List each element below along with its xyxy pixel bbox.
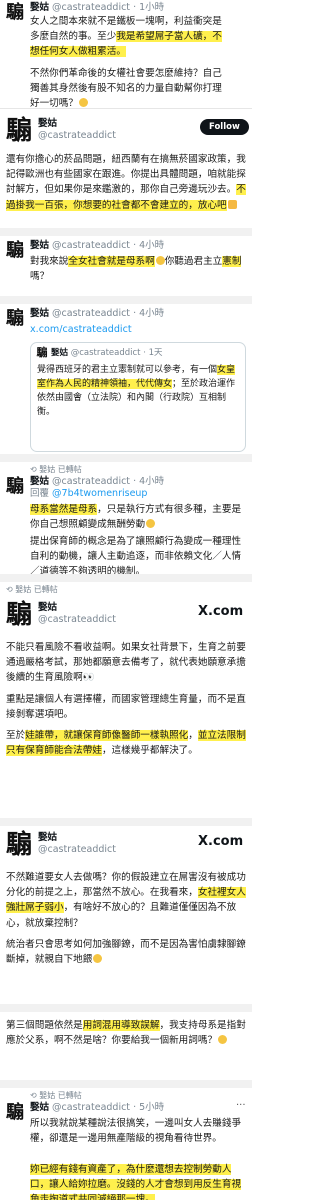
laughing-emoji-icon [93, 954, 103, 964]
retweet-icon: ⟲ [30, 465, 40, 474]
retweet-icon: ⟲ [6, 585, 16, 594]
tweet-text: 第三個問題依然是用詞混用導致誤解，我支持母系是指對應於父系，啊不然是啥？你要給我… [6, 1020, 246, 1047]
gray-separator [0, 296, 252, 304]
gray-separator [0, 454, 252, 462]
author-name[interactable]: 嫛姑 [38, 118, 116, 130]
avatar[interactable]: 騸 [4, 2, 26, 24]
follow-button[interactable]: Follow [200, 119, 249, 135]
tweet-2: 騸 嫛姑 @castrateaddict Follow 還有你擔心的菸品問題，紐… [0, 110, 252, 228]
eyes-emoji-icon: 👀 [82, 672, 95, 684]
gray-separator [0, 228, 252, 236]
avatar[interactable]: 騸 [4, 600, 34, 630]
gray-separator [0, 1004, 252, 1012]
gray-separator [0, 1080, 252, 1088]
thinking-emoji-icon [78, 98, 88, 108]
retweet-icon: ⟲ [30, 1091, 40, 1100]
avatar[interactable]: 騸 [4, 1102, 26, 1124]
tweet-7: 騸 嫛姑 @castrateaddict X.com 不然難道要女人去做嗎？你的… [0, 826, 252, 1004]
tweet-text: 還有你擔心的菸品問題，紐西蘭有在搞無菸國家政策，我記得歐洲也有些國家在跟進。你提… [6, 154, 246, 211]
author-handle[interactable]: @castrateaddict [52, 308, 130, 319]
x-logo-icon: X.com [198, 604, 244, 619]
reply-mention[interactable]: @7b4twomenriseup [52, 488, 147, 499]
thumbs-up-emoji-icon [227, 199, 237, 209]
author-name[interactable]: 嫛姑 [30, 476, 49, 487]
timestamp[interactable]: 4小時 [139, 476, 164, 487]
avatar[interactable]: 騸 [4, 240, 26, 262]
timestamp[interactable]: 小時 [145, 2, 164, 13]
thinking-emoji-icon [155, 256, 165, 265]
tweet-text-2: 妳已經有錢有資產了，為什麼還想去控制勞動人口，讓人給妳拉磨。沒錢的人才會想到用反… [30, 1162, 246, 1200]
tweet-text: 不然難道要女人去做嗎？你的假設建立在屌害沒有被成功分化的前提之上，那當然不放心。… [6, 872, 246, 966]
thinking-emoji-icon [218, 1035, 228, 1045]
author-name[interactable]: 嫛姑 [38, 602, 116, 614]
timestamp[interactable]: 5小時 [139, 1102, 164, 1113]
tweet-3: 騸 嫛姑 @castrateaddict · 4小時 對我來說全女社會就是母系啊… [0, 236, 252, 296]
avatar[interactable]: 騸 [4, 308, 26, 330]
more-options-icon[interactable]: ··· [236, 1100, 246, 1111]
tweet-5: ⟲ 嫛姑 已轉帖 騸 嫛姑 @castrateaddict · 4小時 回覆 @… [0, 462, 252, 574]
author-name[interactable]: 嫛姑 [30, 2, 49, 13]
retweet-label[interactable]: 嫛姑 已轉帖 [39, 465, 82, 474]
author-name[interactable]: 嫛姑 [30, 308, 49, 319]
avatar[interactable]: 騸 [4, 116, 34, 146]
quote-timestamp: 1天 [148, 348, 163, 358]
gray-separator [0, 818, 252, 826]
tweet-6: ⟲ 嫛姑 已轉帖 騸 嫛姑 @castrateaddict X.com 不能只看… [0, 582, 252, 818]
author-handle[interactable]: @castrateaddict [52, 1102, 130, 1113]
tweet-4: 騸 嫛姑 @castrateaddict · 4小時 x.com/castrat… [0, 304, 252, 454]
tweet-8: 第三個問題依然是用詞混用導致誤解，我支持母系是指對應於父系，啊不然是啥？你要給我… [0, 1012, 252, 1080]
x-logo-icon: X.com [198, 834, 244, 849]
post-1: 騸 嫛姑 @castrateaddict · 1小時 女人之間本來就不是鐵板一塊… [0, 0, 252, 108]
quote-text: 覺得西班牙的君主立憲制就可以參考，有一個女皇室作為人民的精神領袖，代代傳女；至於… [37, 365, 236, 417]
divider [0, 108, 252, 109]
gray-separator [0, 574, 252, 582]
thinking-emoji-icon [146, 519, 156, 529]
retweet-label[interactable]: 嫛姑 已轉帖 [39, 1091, 82, 1100]
tweet-text: 不能只看風險不看收益啊。如果女社背景下，生育之前要通過嚴格考試，那她都願意去備考… [6, 642, 246, 757]
author-name[interactable]: 嫛姑 [30, 1102, 49, 1113]
author-handle[interactable]: @castrateaddict [38, 844, 116, 856]
quote-author-name: 嫛姑 [51, 348, 69, 358]
retweet-label[interactable]: 嫛姑 已轉帖 [15, 585, 58, 594]
author-handle[interactable]: @castrateaddict [38, 130, 116, 142]
tweet-text-2: 提出保育師的概念是為了讓照顧行為變成一種理性自利的動機，讓人主動追逐，而非依賴文… [30, 536, 242, 574]
avatar[interactable]: 騸 [4, 476, 26, 498]
tweet-link[interactable]: x.com/castrateaddict [30, 322, 246, 337]
quote-author-handle: @castrateaddict [70, 348, 141, 358]
author-handle[interactable]: @castrateaddict [52, 240, 130, 251]
avatar: 騸 [36, 346, 48, 359]
tweet-text: 對我來說全女社會就是母系啊 你聽過君主立憲制嗎？ [30, 256, 242, 283]
author-name[interactable]: 嫛姑 [30, 240, 49, 251]
avatar[interactable]: 騸 [4, 830, 34, 860]
post-text: 女人之間本來就不是鐵板一塊啊，利益衝突是 多麼自然的事。至少我是希望屌子當人礦，… [30, 16, 222, 108]
quoted-tweet[interactable]: 騸 嫛姑 @castrateaddict · 1天 覺得西班牙的君主立憲制就可以… [30, 342, 246, 452]
timestamp[interactable]: 4小時 [139, 308, 164, 319]
author-handle[interactable]: @castrateaddict [38, 614, 116, 626]
tweet-text: 所以我就說某種說法很搞笑，一邊叫女人去賺錢爭權，卻還是一邊用無產階級的視角看待世… [30, 1118, 242, 1145]
tweet-text: 母系當然是母系，只是執行方式有很多種，主要是你自己想照顧變成無酬勞動 [30, 504, 242, 531]
author-name[interactable]: 嫛姑 [38, 832, 116, 844]
author-handle[interactable]: @castrateaddict [52, 476, 130, 487]
tweet-9: ⟲ 嫛姑 已轉帖 騸 嫛姑 @castrateaddict · 5小時 ··· … [0, 1088, 252, 1200]
timestamp[interactable]: 4小時 [139, 240, 164, 251]
author-handle[interactable]: @castrateaddict [52, 2, 130, 13]
